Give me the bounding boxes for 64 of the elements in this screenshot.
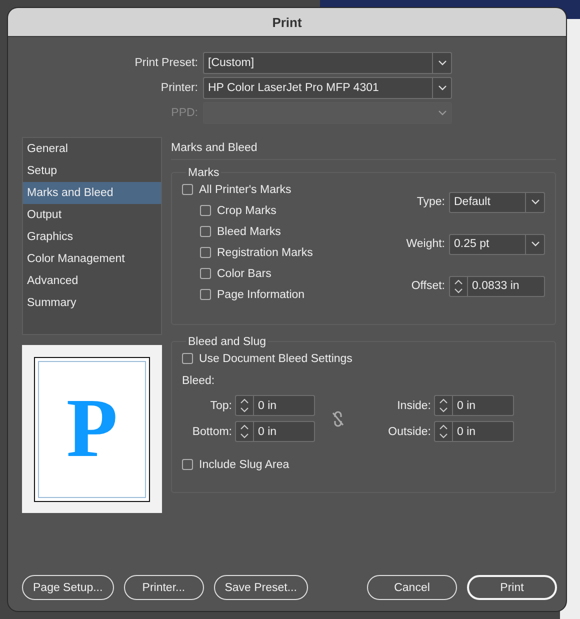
checkbox-label: Registration Marks: [217, 246, 313, 258]
checkbox[interactable]: [200, 205, 211, 216]
dialog-button[interactable]: Printer...: [124, 575, 204, 600]
number-stepper[interactable]: 0 in: [434, 421, 514, 442]
group-title: Bleed and Slug: [186, 336, 268, 348]
chevron-down-icon: [438, 85, 446, 91]
dialog-button[interactable]: Cancel: [367, 575, 457, 600]
checkbox-label: Crop Marks: [217, 204, 276, 216]
stepper-arrows-icon[interactable]: [240, 424, 249, 439]
checkbox[interactable]: [182, 459, 193, 470]
chevron-down-icon: [438, 60, 446, 66]
field-label: Top:: [209, 400, 232, 412]
number-stepper[interactable]: 0 in: [235, 395, 315, 416]
sidebar-item[interactable]: Graphics: [23, 226, 161, 248]
number-stepper[interactable]: 0 in: [434, 395, 514, 416]
sidebar-item[interactable]: Advanced: [23, 270, 161, 292]
stepper-arrows-icon[interactable]: [454, 278, 463, 294]
dialog-button[interactable]: Save Preset...: [214, 575, 308, 600]
bleed-label: Bleed:: [182, 375, 216, 387]
field-label: Weight:: [406, 238, 445, 250]
sidebar-item[interactable]: Output: [23, 204, 161, 226]
group-title: Marks: [186, 167, 222, 179]
dropdown[interactable]: [Custom]: [203, 52, 452, 74]
stepper-arrows-icon[interactable]: [240, 398, 249, 413]
checkbox[interactable]: [200, 226, 211, 237]
stepper-arrows-icon[interactable]: [439, 424, 448, 439]
dialog-button[interactable]: Page Setup...: [22, 575, 114, 600]
checkbox[interactable]: [182, 184, 193, 195]
window-title: Print: [272, 14, 302, 30]
sidebar-item[interactable]: Setup: [23, 160, 161, 182]
checkbox-label: All Printer's Marks: [199, 184, 292, 196]
checkbox-label: Include Slug Area: [199, 458, 290, 470]
broken-chain-icon[interactable]: [331, 410, 345, 426]
field-label: Bottom:: [191, 426, 232, 438]
field-label: Type:: [416, 196, 445, 208]
checkbox[interactable]: [182, 353, 193, 364]
checkbox-label: Page Information: [217, 288, 305, 300]
field-label: Offset:: [410, 280, 445, 292]
sidebar-item[interactable]: Summary: [23, 292, 161, 314]
chevron-down-icon: [530, 241, 540, 247]
panel-title: Marks and Bleed: [171, 142, 258, 154]
number-stepper[interactable]: 0 in: [235, 421, 315, 442]
checkbox-label: Color Bars: [217, 268, 272, 280]
dialog-button[interactable]: Print: [467, 575, 557, 600]
sidebar-item[interactable]: Color Management: [23, 248, 161, 270]
checkbox-label: Use Document Bleed Settings: [199, 352, 352, 364]
field-label: Print Preset:: [134, 57, 199, 69]
dropdown[interactable]: HP Color LaserJet Pro MFP 4301: [203, 77, 452, 99]
checkbox[interactable]: [200, 289, 211, 300]
sidebar-item[interactable]: Marks and Bleed: [23, 182, 161, 204]
field-label: Inside:: [396, 400, 431, 412]
sidebar-item[interactable]: General: [23, 138, 161, 160]
chevron-down-icon: [530, 199, 540, 205]
field-label: Printer:: [160, 82, 199, 94]
checkbox-label: Bleed Marks: [217, 226, 281, 238]
number-stepper[interactable]: 0.0833 in: [449, 276, 545, 296]
dropdown[interactable]: 0.25 pt: [449, 234, 545, 254]
dropdown[interactable]: Default: [449, 192, 545, 212]
chevron-down-icon: [438, 110, 446, 116]
checkbox[interactable]: [200, 268, 211, 279]
checkbox[interactable]: [200, 247, 211, 258]
field-label: Outside:: [387, 426, 431, 438]
stepper-arrows-icon[interactable]: [439, 398, 448, 413]
preview-letter: P: [66, 387, 118, 471]
